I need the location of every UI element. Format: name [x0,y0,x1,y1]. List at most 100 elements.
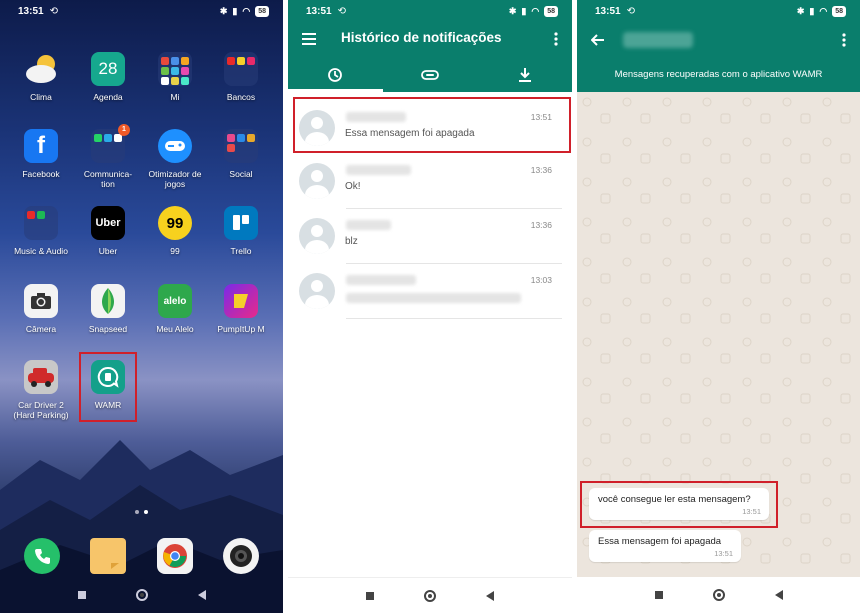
nav-bar [288,577,572,613]
message-time: 13:36 [530,220,552,230]
camera-lens-icon[interactable] [223,538,259,574]
bluetooth-icon: ✱ [508,5,517,16]
folder-icon [224,129,258,163]
app-clima[interactable]: Clima [8,52,74,102]
home-button[interactable] [135,589,148,601]
tab-history[interactable] [288,60,383,92]
app-label: Meu Alelo [156,324,194,334]
attachment-icon [421,68,439,84]
recents-button[interactable] [654,591,663,599]
app-label: Social [229,169,253,179]
recents-button[interactable] [366,591,374,600]
pumpitup-icon [224,284,258,318]
back-button[interactable] [486,590,494,601]
app-pumpitup[interactable]: PumpItUp M [208,284,274,334]
app-game-optimizer[interactable]: Otimizador de jogos [142,129,208,189]
list-item[interactable]: Ok! 13:36 [298,153,562,209]
phone-icon[interactable] [24,538,60,574]
battery-icon: 58 [544,5,558,17]
menu-icon[interactable] [302,32,316,50]
app-label: Music & Audio [14,246,68,256]
status-time: 13:51 [595,5,621,17]
home-button[interactable] [712,589,725,601]
app-label: Facebook [22,169,60,179]
back-button[interactable] [197,590,206,600]
app-mi-folder[interactable]: Mi [142,52,208,102]
home-button[interactable] [424,589,436,602]
app-header: 13:51 ⟲ ✱ ▮ ◠ 58 Histórico de notificaçõ… [288,0,572,92]
app-trello[interactable]: Trello [208,206,274,256]
app-label: Uber [98,246,118,256]
page-title: Histórico de notificações [341,30,502,45]
divider [346,318,562,319]
app-label: Bancos [226,92,256,102]
avatar [299,273,335,309]
bluetooth-icon: ✱ [796,5,805,16]
app-music-audio-folder[interactable]: Music & Audio [8,206,74,256]
chrome-icon[interactable] [157,538,193,574]
app-car-driver-2[interactable]: Car Driver 2 (Hard Parking) [8,360,74,420]
app-label: Agenda [93,92,123,102]
folder-icon [224,52,258,86]
app-uber[interactable]: Uber Uber [75,206,141,256]
contact-name-blurred [346,220,391,230]
status-bar: 13:51 ⟲ ✱ ▮ ◠ 58 [288,0,572,22]
app-snapseed[interactable]: Snapseed [75,284,141,334]
tab-attachments[interactable] [383,60,478,92]
camera-icon [24,284,58,318]
app-social-folder[interactable]: Social [208,129,274,179]
status-bar: 13:51 ⟲ ✱ ▮ ◠ 58 [577,0,860,22]
app-label: 99 [170,246,180,256]
more-options-icon[interactable] [554,32,558,51]
recents-button[interactable] [77,591,86,599]
nav-bar [577,577,860,613]
app-meu-alelo[interactable]: alelo Meu Alelo [142,284,208,334]
app-label: PumpItUp M [217,324,265,334]
chat-header: 13:51 ⟲ ✱ ▮ ◠ 58 [577,0,860,56]
folder-icon [24,206,58,240]
back-button[interactable] [774,590,783,600]
app-communication-folder[interactable]: 1 Communica- tion [75,124,141,189]
highlight-box-wamr [79,352,137,422]
app-facebook[interactable]: f Facebook [8,129,74,179]
car-icon [24,360,58,394]
app-label: Mi [170,92,180,102]
download-icon [518,67,532,86]
message-time: 13:03 [530,275,552,285]
highlight-box-deleted-message [293,97,571,153]
sync-icon: ⟲ [626,5,635,17]
battery-icon: 58 [255,5,269,17]
avatar [299,163,335,199]
avatar [299,218,335,254]
wifi-icon: ◠ [819,5,828,16]
more-options-icon[interactable] [842,33,846,52]
list-item[interactable]: 13:03 [298,263,562,319]
list-item[interactable]: blz 13:36 [298,208,562,264]
uber-icon: Uber [91,206,125,240]
ninety-nine-icon: 99 [158,206,192,240]
app-99[interactable]: 99 99 [142,206,208,256]
app-agenda[interactable]: 28 Agenda [75,52,141,102]
app-label: Car Driver 2 (Hard Parking) [13,400,69,420]
tab-bar [288,60,572,92]
signal-icon: ▮ [809,5,815,16]
message-text: Essa mensagem foi apagada [598,536,722,547]
folder-icon: 1 [91,124,130,163]
tab-downloads[interactable] [477,60,572,92]
app-bancos-folder[interactable]: Bancos [208,52,274,102]
chat-message[interactable]: Essa mensagem foi apagada 13:51 [589,530,741,562]
app-camera[interactable]: Câmera [8,284,74,334]
app-label: Câmera [25,324,57,334]
back-arrow-icon[interactable] [590,33,605,51]
message-time: 13:51 [714,549,733,558]
message-preview: Ok! [345,181,361,192]
contact-name-blurred [346,165,411,175]
notes-icon[interactable] [90,538,126,574]
recovered-banner: Mensagens recuperadas com o aplicativo W… [577,56,860,92]
sync-icon: ⟲ [49,5,58,17]
message-preview: blz [345,236,358,247]
contact-name-blurred [623,32,693,48]
trello-icon [224,206,258,240]
sync-icon: ⟲ [337,5,346,17]
status-time: 13:51 [306,5,332,17]
